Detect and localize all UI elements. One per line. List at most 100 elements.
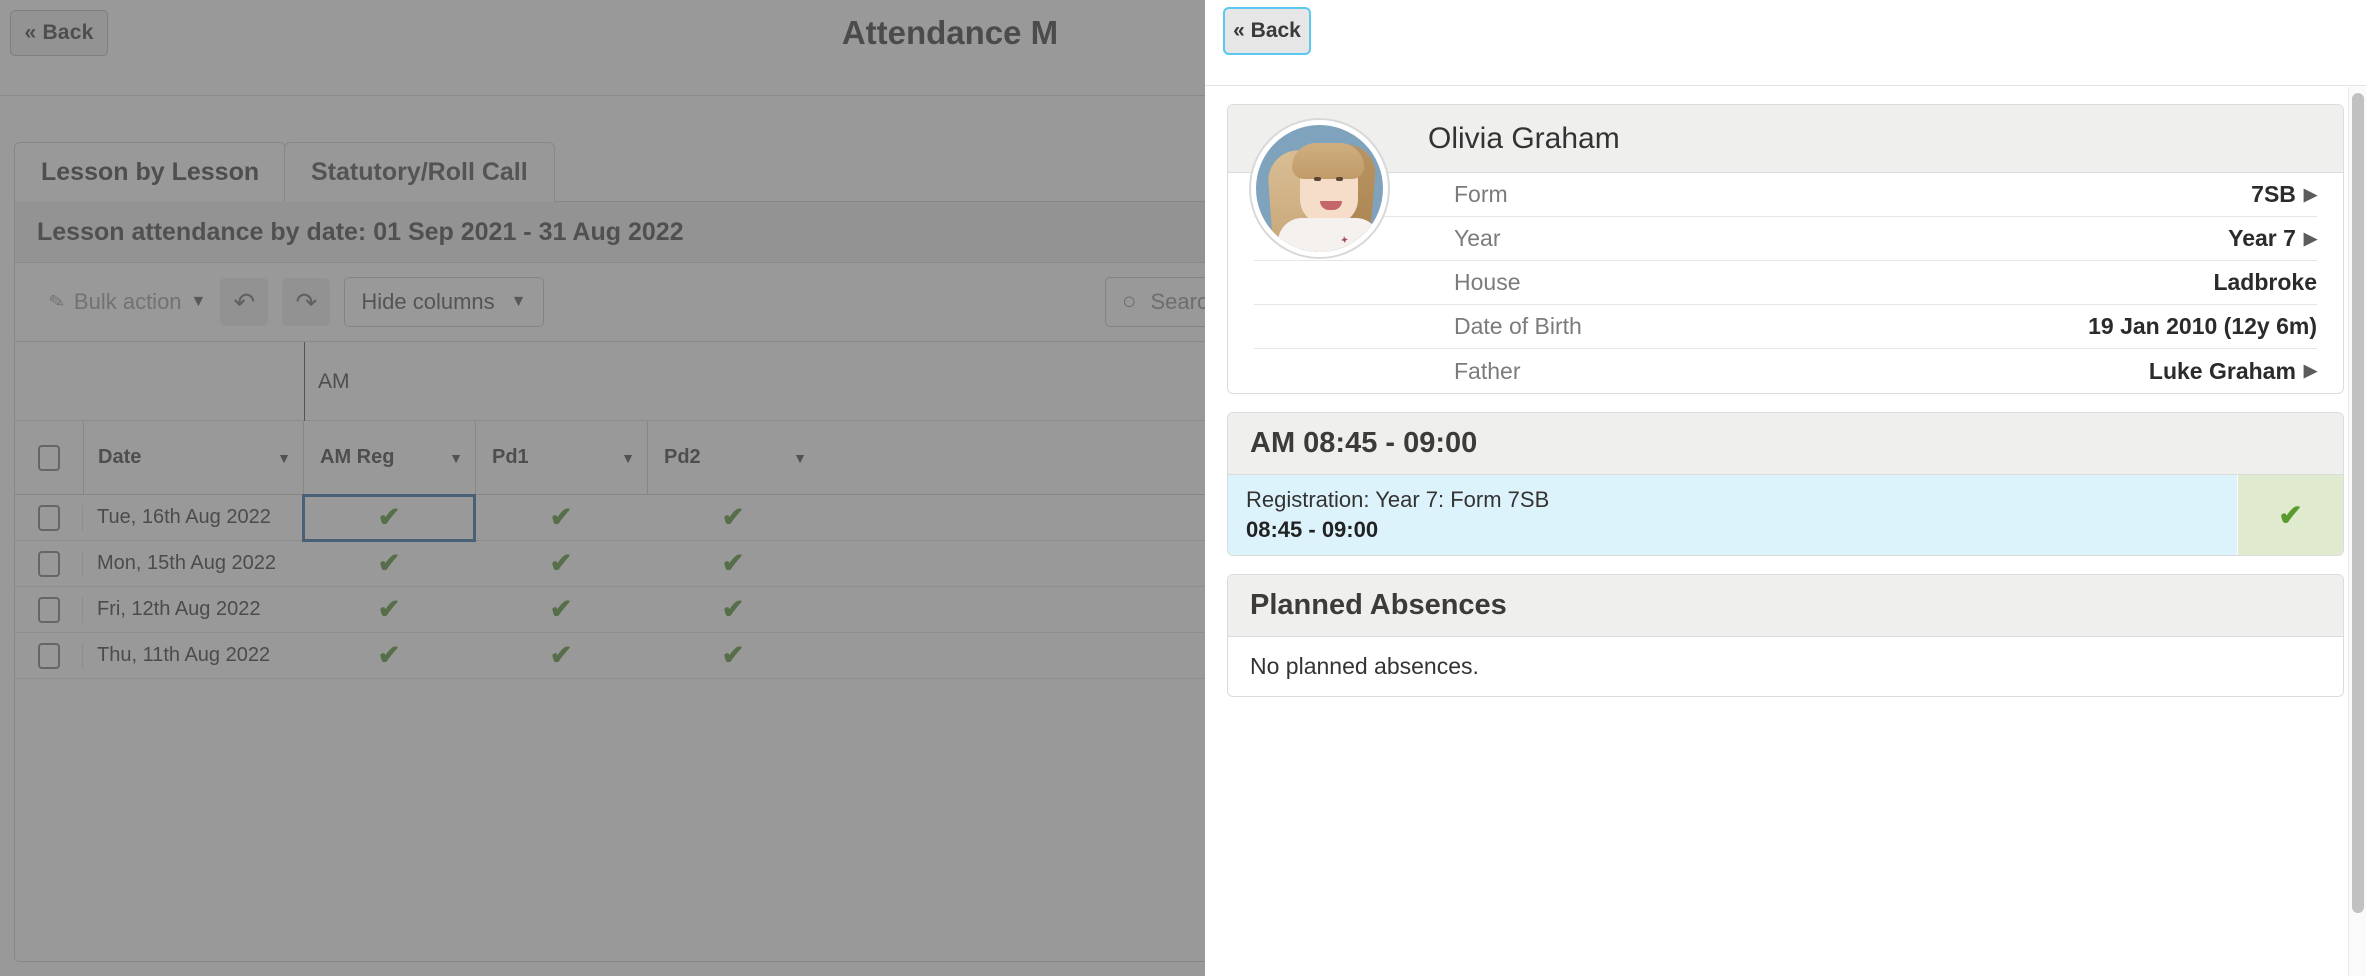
table-group-header-row: AM (15, 342, 1205, 421)
am-entry-registration: Registration: Year 7: Form 7SB (1246, 487, 2219, 513)
row-checkbox[interactable] (15, 505, 83, 531)
hide-columns-label: Hide columns (361, 289, 494, 315)
detail-label: Form (1454, 181, 1508, 208)
detail-value: 7SB (2251, 181, 2296, 208)
am-entry-time: 08:45 - 09:00 (1246, 517, 2219, 543)
checkbox-icon (38, 597, 60, 623)
hide-columns-button[interactable]: Hide columns ▼ (344, 277, 543, 327)
tab-statutory-roll-call[interactable]: Statutory/Roll Call (284, 142, 555, 202)
cell-pd1[interactable]: ✔ (475, 550, 647, 577)
detail-row-form[interactable]: Form 7SB ▶ (1254, 173, 2317, 217)
chevron-right-icon: ▶ (2304, 185, 2317, 205)
cell-am-reg[interactable]: ✔ (303, 642, 475, 669)
chevron-down-icon: ▼ (621, 450, 635, 466)
am-session-entry-text: Registration: Year 7: Form 7SB 08:45 - 0… (1228, 475, 2237, 555)
check-icon: ✔ (2278, 498, 2302, 533)
detail-value: Year 7 (2228, 225, 2296, 252)
chevron-down-icon: ▼ (191, 293, 207, 311)
planned-absences-title: Planned Absences (1228, 575, 2343, 637)
overlay-back-button[interactable]: « Back (1223, 7, 1311, 55)
check-icon: ✔ (378, 550, 401, 577)
checkbox-icon (38, 643, 60, 669)
checkbox-icon (38, 445, 60, 471)
cell-pd2[interactable]: ✔ (647, 504, 819, 531)
cell-am-reg[interactable]: ✔ (303, 550, 475, 577)
am-session-entry[interactable]: Registration: Year 7: Form 7SB 08:45 - 0… (1228, 475, 2343, 555)
detail-label: Year (1454, 225, 1500, 252)
table-row[interactable]: Fri, 12th Aug 2022 ✔ ✔ ✔ (15, 587, 1205, 633)
detail-row-year[interactable]: Year Year 7▶ (1254, 217, 2317, 261)
detail-row-house: House Ladbroke (1254, 261, 2317, 305)
row-checkbox[interactable] (15, 597, 83, 623)
student-detail-panel: « Back ✦ Olivia Graham Form 7SB ▶ (1205, 0, 2366, 976)
row-checkbox[interactable] (15, 551, 83, 577)
detail-row-date-of-birth: Date of Birth 19 Jan 2010 (12y 6m) (1254, 305, 2317, 349)
column-header-pd1[interactable]: Pd1 ▼ (475, 421, 647, 494)
cell-pd2[interactable]: ✔ (647, 596, 819, 623)
table-row[interactable]: Mon, 15th Aug 2022 ✔ ✔ ✔ (15, 541, 1205, 587)
check-icon: ✔ (550, 596, 573, 623)
attendance-table: AM Date ▼ AM Reg ▼ Pd1 (15, 341, 1205, 679)
detail-row-father[interactable]: Father Luke Graham▶ (1254, 349, 2317, 393)
am-session-title: AM 08:45 - 09:00 (1228, 413, 2343, 475)
table-row[interactable]: Tue, 16th Aug 2022 ✔ ✔ ✔ (15, 495, 1205, 541)
cell-date: Thu, 11th Aug 2022 (83, 644, 303, 667)
redo-button[interactable]: ↷ (282, 278, 330, 326)
cell-pd1[interactable]: ✔ (475, 504, 647, 531)
am-session-card: AM 08:45 - 09:00 Registration: Year 7: F… (1227, 412, 2344, 556)
search-icon: ○ (1122, 288, 1137, 316)
check-icon: ✔ (550, 550, 573, 577)
panel-heading: Lesson attendance by date: 01 Sep 2021 -… (15, 202, 1205, 263)
student-photo-avatar: ✦ (1251, 120, 1388, 257)
check-icon: ✔ (378, 642, 401, 669)
cell-pd2[interactable]: ✔ (647, 550, 819, 577)
chevron-down-icon: ▼ (793, 450, 807, 466)
overlay-scrollbar[interactable] (2348, 87, 2366, 976)
overlay-content: ✦ Olivia Graham Form 7SB ▶ Year Year 7▶ H… (1205, 87, 2366, 976)
row-checkbox[interactable] (15, 643, 83, 669)
detail-label: Date of Birth (1454, 313, 1582, 340)
cell-am-reg[interactable]: ✔ (303, 495, 475, 541)
cell-pd1[interactable]: ✔ (475, 596, 647, 623)
planned-absences-empty-text: No planned absences. (1228, 637, 2343, 696)
check-icon: ✔ (722, 504, 745, 531)
check-icon: ✔ (550, 642, 573, 669)
dimmed-background-page: « Back Attendance M Lesson by Lesson Sta… (0, 0, 1205, 976)
tab-bar: Lesson by Lesson Statutory/Roll Call (14, 142, 1205, 202)
check-icon: ✔ (722, 642, 745, 669)
table-row[interactable]: Thu, 11th Aug 2022 ✔ ✔ ✔ (15, 633, 1205, 679)
bulk-action-button[interactable]: ✎ Bulk action ▼ (49, 289, 206, 315)
student-name: Olivia Graham (1228, 105, 2343, 173)
cell-date: Mon, 15th Aug 2022 (83, 552, 303, 575)
select-all-checkbox[interactable] (15, 421, 83, 494)
cell-pd1[interactable]: ✔ (475, 642, 647, 669)
student-detail-list: Form 7SB ▶ Year Year 7▶ House Ladbroke Da… (1228, 173, 2343, 393)
detail-value: Luke Graham (2149, 358, 2296, 385)
attendance-page: « Back Attendance M Lesson by Lesson Sta… (0, 0, 1205, 976)
page-title: Attendance M (0, 14, 1205, 52)
pencil-icon: ✎ (47, 289, 67, 314)
detail-value: Ladbroke (2213, 269, 2317, 296)
am-session-status[interactable]: ✔ (2237, 475, 2343, 555)
search-input[interactable]: ○ Search (1105, 277, 1205, 327)
cell-pd2[interactable]: ✔ (647, 642, 819, 669)
planned-absences-card: Planned Absences No planned absences. (1227, 574, 2344, 697)
detail-value: 19 Jan 2010 (12y 6m) (2088, 313, 2317, 340)
check-icon: ✔ (378, 504, 401, 531)
undo-button[interactable]: ↶ (220, 278, 268, 326)
column-header-am-reg[interactable]: AM Reg ▼ (303, 421, 475, 494)
overlay-top-bar: « Back (1205, 0, 2366, 86)
column-header-date[interactable]: Date ▼ (83, 421, 303, 494)
cell-am-reg[interactable]: ✔ (303, 596, 475, 623)
detail-label: Father (1454, 358, 1520, 385)
overlay-scrollbar-thumb[interactable] (2352, 93, 2364, 913)
checkbox-icon (38, 505, 60, 531)
am-session-body: Registration: Year 7: Form 7SB 08:45 - 0… (1228, 475, 2343, 555)
group-header-am: AM (304, 342, 350, 421)
cell-date: Tue, 16th Aug 2022 (83, 506, 303, 529)
redo-arrow-icon: ↷ (295, 287, 317, 318)
tab-lesson-by-lesson[interactable]: Lesson by Lesson (14, 142, 286, 202)
column-header-pd2[interactable]: Pd2 ▼ (647, 421, 819, 494)
checkbox-icon (38, 551, 60, 577)
detail-label: House (1454, 269, 1520, 296)
